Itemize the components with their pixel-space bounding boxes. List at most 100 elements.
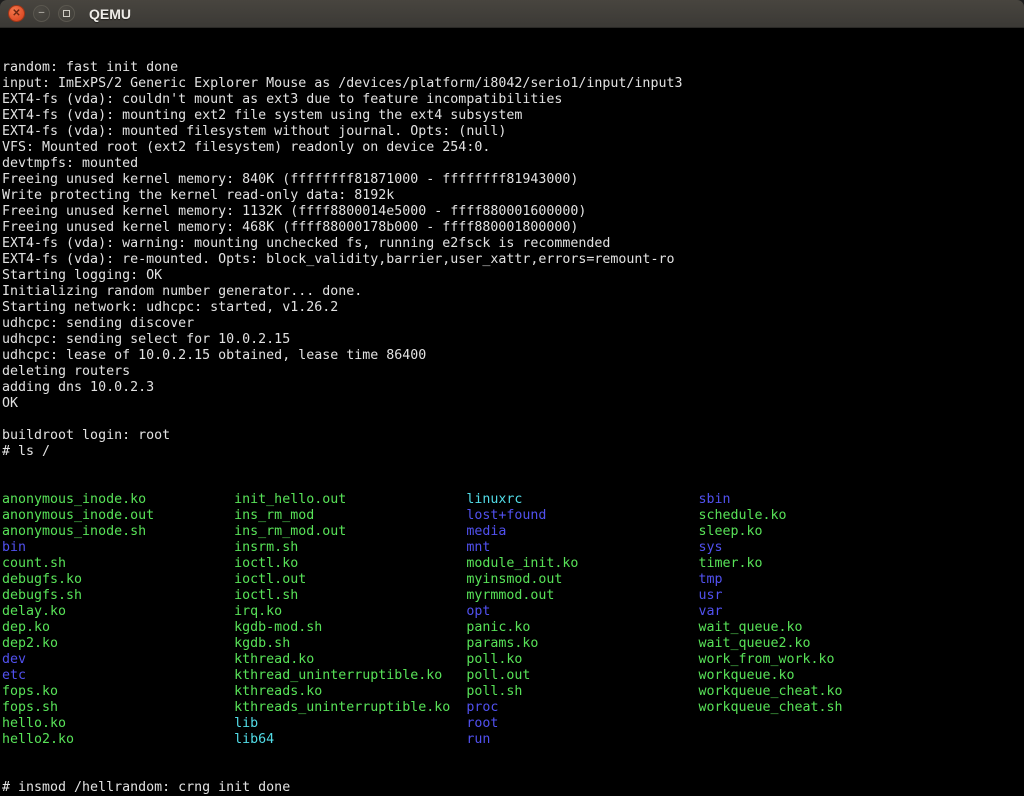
ls-row: fops.kokthreads.kopoll.shworkqueue_cheat… xyxy=(2,684,1024,700)
ls-row: dep2.kokgdb.shparams.kowait_queue2.ko xyxy=(2,636,1024,652)
terminal-line: adding dns 10.0.2.3 xyxy=(2,380,1024,396)
ls-entry: ioctl.out xyxy=(234,572,466,588)
ls-entry: proc xyxy=(466,700,698,716)
window-controls: ✕ – xyxy=(8,5,75,22)
ls-entry: opt xyxy=(466,604,698,620)
ls-entry: lib xyxy=(234,716,466,732)
ls-entry: debugfs.ko xyxy=(2,572,234,588)
terminal-line: EXT4-fs (vda): warning: mounting uncheck… xyxy=(2,236,1024,252)
ls-row: hello.kolibroot xyxy=(2,716,1024,732)
ls-entry: myinsmod.out xyxy=(466,572,698,588)
ls-entry: poll.ko xyxy=(466,652,698,668)
terminal-line: Freeing unused kernel memory: 840K (ffff… xyxy=(2,172,1024,188)
terminal-line: EXT4-fs (vda): re-mounted. Opts: block_v… xyxy=(2,252,1024,268)
ls-entry: lib64 xyxy=(234,732,466,748)
ls-entry: anonymous_inode.out xyxy=(2,508,234,524)
terminal-line: EXT4-fs (vda): mounting ext2 file system… xyxy=(2,108,1024,124)
terminal-line: Starting logging: OK xyxy=(2,268,1024,284)
ls-entry: run xyxy=(466,732,698,748)
window-title: QEMU xyxy=(89,6,131,22)
shell-tail: # insmod /hellrandom: crng init done# in… xyxy=(2,780,1024,796)
ls-entry: kthreads_uninterruptible.ko xyxy=(234,700,466,716)
ls-row: devkthread.kopoll.kowork_from_work.ko xyxy=(2,652,1024,668)
ls-entry: kgdb.sh xyxy=(234,636,466,652)
terminal-line: udhcpc: lease of 10.0.2.15 obtained, lea… xyxy=(2,348,1024,364)
minimize-icon: – xyxy=(39,8,45,18)
ls-entry: anonymous_inode.ko xyxy=(2,492,234,508)
ls-entry: sbin xyxy=(698,492,930,508)
ls-row: anonymous_inode.outins_rm_modlost+founds… xyxy=(2,508,1024,524)
ls-entry: var xyxy=(698,604,930,620)
ls-entry: debugfs.sh xyxy=(2,588,234,604)
ls-entry: kthread.ko xyxy=(234,652,466,668)
ls-entry: poll.sh xyxy=(466,684,698,700)
terminal-line: Freeing unused kernel memory: 1132K (fff… xyxy=(2,204,1024,220)
close-button[interactable]: ✕ xyxy=(8,5,25,22)
ls-entry: etc xyxy=(2,668,234,684)
ls-entry: count.sh xyxy=(2,556,234,572)
terminal-line: deleting routers xyxy=(2,364,1024,380)
minimize-button[interactable]: – xyxy=(33,5,50,22)
terminal-line: buildroot login: root xyxy=(2,428,1024,444)
ls-row: count.shioctl.komodule_init.kotimer.ko xyxy=(2,556,1024,572)
ls-row: bininsrm.shmntsys xyxy=(2,540,1024,556)
ls-entry: schedule.ko xyxy=(698,508,930,524)
ls-row: debugfs.koioctl.outmyinsmod.outtmp xyxy=(2,572,1024,588)
boot-log: random: fast init doneinput: ImExPS/2 Ge… xyxy=(2,60,1024,460)
ls-entry: tmp xyxy=(698,572,930,588)
ls-entry: hello2.ko xyxy=(2,732,234,748)
ls-entry: wait_queue2.ko xyxy=(698,636,930,652)
ls-entry: linuxrc xyxy=(466,492,698,508)
ls-entry: root xyxy=(466,716,698,732)
ls-entry: usr xyxy=(698,588,930,604)
maximize-icon xyxy=(63,10,70,17)
ls-entry: work_from_work.ko xyxy=(698,652,930,668)
ls-entry: insrm.sh xyxy=(234,540,466,556)
ls-entry: ins_rm_mod.out xyxy=(234,524,466,540)
ls-entry: sys xyxy=(698,540,930,556)
ls-entry: delay.ko xyxy=(2,604,234,620)
ls-entry: hello.ko xyxy=(2,716,234,732)
terminal-line xyxy=(2,412,1024,428)
ls-row: anonymous_inode.shins_rm_mod.outmediasle… xyxy=(2,524,1024,540)
ls-entry: ioctl.sh xyxy=(234,588,466,604)
maximize-button[interactable] xyxy=(58,5,75,22)
terminal-line: OK xyxy=(2,396,1024,412)
ls-entry: ioctl.ko xyxy=(234,556,466,572)
ls-row: debugfs.shioctl.shmyrmmod.outusr xyxy=(2,588,1024,604)
ls-row: hello2.kolib64run xyxy=(2,732,1024,748)
terminal-line: # ls / xyxy=(2,444,1024,460)
ls-entry: workqueue_cheat.ko xyxy=(698,684,930,700)
ls-entry: params.ko xyxy=(466,636,698,652)
terminal-line: Freeing unused kernel memory: 468K (ffff… xyxy=(2,220,1024,236)
ls-entry: dep.ko xyxy=(2,620,234,636)
terminal-line: EXT4-fs (vda): mounted filesystem withou… xyxy=(2,124,1024,140)
ls-entry: myrmmod.out xyxy=(466,588,698,604)
ls-entry: kthread_uninterruptible.ko xyxy=(234,668,466,684)
ls-entry: kgdb-mod.sh xyxy=(234,620,466,636)
terminal-line: VFS: Mounted root (ext2 filesystem) read… xyxy=(2,140,1024,156)
ls-row: fops.shkthreads_uninterruptible.koprocwo… xyxy=(2,700,1024,716)
ls-row: etckthread_uninterruptible.kopoll.outwor… xyxy=(2,668,1024,684)
ls-entry: poll.out xyxy=(466,668,698,684)
ls-entry: init_hello.out xyxy=(234,492,466,508)
ls-output: anonymous_inode.koinit_hello.outlinuxrcs… xyxy=(2,492,1024,748)
ls-entry: panic.ko xyxy=(466,620,698,636)
terminal-line: Initializing random number generator... … xyxy=(2,284,1024,300)
ls-entry: module_init.ko xyxy=(466,556,698,572)
ls-entry: lost+found xyxy=(466,508,698,524)
titlebar: ✕ – QEMU xyxy=(0,0,1024,28)
ls-row: dep.kokgdb-mod.shpanic.kowait_queue.ko xyxy=(2,620,1024,636)
terminal-screen[interactable]: random: fast init doneinput: ImExPS/2 Ge… xyxy=(0,28,1024,796)
qemu-window: ✕ – QEMU random: fast init doneinput: Im… xyxy=(0,0,1024,796)
terminal-line: EXT4-fs (vda): couldn't mount as ext3 du… xyxy=(2,92,1024,108)
ls-entry: ins_rm_mod xyxy=(234,508,466,524)
ls-entry: bin xyxy=(2,540,234,556)
ls-entry: timer.ko xyxy=(698,556,930,572)
terminal-line: udhcpc: sending discover xyxy=(2,316,1024,332)
ls-entry: workqueue.ko xyxy=(698,668,930,684)
ls-row: anonymous_inode.koinit_hello.outlinuxrcs… xyxy=(2,492,1024,508)
ls-entry: anonymous_inode.sh xyxy=(2,524,234,540)
terminal-line: udhcpc: sending select for 10.0.2.15 xyxy=(2,332,1024,348)
terminal-line: random: fast init done xyxy=(2,60,1024,76)
